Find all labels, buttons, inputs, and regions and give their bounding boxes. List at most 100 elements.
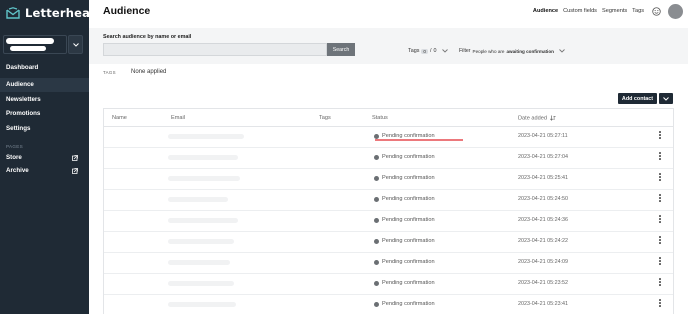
sidebar-item-label: Settings — [6, 124, 31, 132]
column-header-tags[interactable]: Tags — [319, 115, 331, 121]
add-contact-button[interactable]: Add contact — [618, 93, 657, 104]
sidebar-item-store[interactable]: Store — [0, 151, 89, 164]
row-menu-button[interactable] — [657, 193, 663, 203]
tab-custom-fields[interactable]: Custom fields — [563, 8, 597, 14]
account-toggle-button[interactable] — [68, 35, 83, 54]
filter-label: Filter — [459, 48, 471, 54]
date-cell: 2023-04-21 05:25:41 — [518, 175, 569, 181]
row-menu-button[interactable] — [657, 235, 663, 245]
tags-filter[interactable]: Tags 0 / 0 — [408, 48, 449, 54]
sidebar-item-settings[interactable]: Settings — [0, 121, 89, 136]
row-menu-button[interactable] — [657, 214, 663, 224]
table-row[interactable]: Pending confirmation 2023-04-21 05:23:41 — [104, 295, 673, 314]
date-cell: 2023-04-21 05:23:41 — [518, 301, 569, 307]
brand[interactable]: Letterhead — [6, 6, 99, 20]
external-link-icon — [72, 154, 78, 161]
row-menu-button[interactable] — [657, 130, 663, 140]
row-menu-button[interactable] — [657, 277, 663, 287]
redacted-email — [168, 281, 234, 286]
sidebar-item-audience[interactable]: Audience — [0, 77, 89, 92]
status-cell: Pending confirmation — [374, 154, 435, 160]
avatar[interactable] — [668, 4, 683, 19]
redacted-email — [168, 302, 236, 307]
tab-segments[interactable]: Segments — [602, 8, 627, 14]
date-cell: 2023-04-21 05:27:11 — [518, 133, 568, 139]
status-text: Pending confirmation — [382, 196, 435, 202]
chevron-down-icon — [442, 49, 449, 53]
row-menu-button[interactable] — [657, 172, 663, 182]
sort-icon — [549, 115, 556, 121]
status-cell: Pending confirmation — [374, 175, 435, 181]
sidebar-item-dashboard[interactable]: Dashboard — [0, 60, 89, 75]
redacted-email — [168, 176, 240, 181]
highlight-underline — [375, 139, 463, 141]
status-cell: Pending confirmation — [374, 217, 435, 223]
status-dot — [374, 133, 379, 139]
sidebar-nav: Dashboard Audience Newsletters Promotion… — [0, 60, 89, 136]
search-button[interactable]: Search — [327, 43, 355, 56]
brand-name: Letterhead — [25, 6, 99, 20]
tags-applied-value: None applied — [131, 69, 167, 75]
status-dot — [374, 154, 379, 160]
redacted-email — [168, 239, 234, 244]
chevron-down-icon — [559, 49, 565, 53]
status-dot — [374, 301, 379, 307]
redacted-account-detail — [10, 46, 46, 51]
sidebar-item-archive[interactable]: Archive — [0, 164, 89, 177]
date-cell: 2023-04-21 05:23:52 — [518, 280, 569, 286]
table-row[interactable]: Pending confirmation 2023-04-21 05:25:41 — [104, 169, 673, 190]
table-row[interactable]: Pending confirmation 2023-04-21 05:24:50 — [104, 190, 673, 211]
status-filter-dropdown[interactable]: Filter People who are awaiting confirmat… — [459, 48, 565, 54]
date-cell: 2023-04-21 05:24:36 — [518, 217, 569, 223]
pages-section-label: PAGES — [6, 144, 23, 149]
table-row[interactable]: Pending confirmation 2023-04-21 05:24:36 — [104, 211, 673, 232]
status-text: Pending confirmation — [382, 280, 435, 286]
smiley-icon[interactable] — [652, 7, 661, 16]
status-dot — [374, 280, 379, 286]
redacted-email — [168, 155, 238, 160]
account-switcher[interactable] — [3, 35, 67, 54]
table-row[interactable]: Pending confirmation 2023-04-21 05:24:09 — [104, 253, 673, 274]
column-header-status[interactable]: Status — [372, 115, 388, 121]
table-row[interactable]: Pending confirmation 2023-04-21 05:23:52 — [104, 274, 673, 295]
redacted-account-name — [6, 38, 54, 44]
add-contact-menu-button[interactable] — [659, 93, 673, 104]
chevron-down-icon — [663, 96, 669, 101]
date-cell: 2023-04-21 05:24:50 — [518, 196, 569, 202]
status-dot — [374, 196, 379, 202]
column-header-name[interactable]: Name — [112, 115, 127, 121]
top-nav: Audience Custom fields Segments Tags — [533, 8, 644, 14]
page-title: Audience — [103, 5, 151, 17]
row-menu-button[interactable] — [657, 298, 663, 308]
table-row[interactable]: Pending confirmation 2023-04-21 05:27:04 — [104, 148, 673, 169]
status-cell: Pending confirmation — [374, 238, 435, 244]
letterhead-logo-icon — [6, 7, 20, 19]
date-cell: 2023-04-21 05:24:09 — [518, 259, 569, 265]
sidebar-item-label: Newsletters — [6, 95, 41, 103]
sidebar-item-label: Store — [6, 154, 22, 161]
tab-tags[interactable]: Tags — [632, 8, 644, 14]
table-header: Name Email Tags Status Date added — [104, 109, 673, 127]
chevron-down-icon — [72, 42, 79, 47]
row-menu-button[interactable] — [657, 151, 663, 161]
redacted-email — [168, 260, 230, 265]
sidebar-item-newsletters[interactable]: Newsletters — [0, 92, 89, 107]
sidebar: Letterhead Dashboard Audience Newsletter… — [0, 0, 98, 314]
status-cell: Pending confirmation — [374, 196, 435, 202]
tab-audience[interactable]: Audience — [533, 8, 558, 14]
sidebar-item-promotions[interactable]: Promotions — [0, 107, 89, 122]
external-link-icon — [72, 167, 78, 174]
status-dot — [374, 238, 379, 244]
column-header-date-added[interactable]: Date added — [518, 115, 556, 121]
column-header-email[interactable]: Email — [171, 115, 185, 121]
row-menu-button[interactable] — [657, 256, 663, 266]
table-row[interactable]: Pending confirmation 2023-04-21 05:24:22 — [104, 232, 673, 253]
status-cell: Pending confirmation — [374, 259, 435, 265]
status-text: Pending confirmation — [382, 175, 435, 181]
status-cell: Pending confirmation — [374, 301, 435, 307]
table-row[interactable]: Pending confirmation 2023-04-21 05:27:11 — [104, 127, 673, 148]
search-label: Search audience by name or email — [103, 34, 192, 40]
status-text: Pending confirmation — [382, 154, 435, 160]
tags-filter-label: Tags — [408, 48, 420, 54]
search-input[interactable] — [103, 43, 327, 56]
